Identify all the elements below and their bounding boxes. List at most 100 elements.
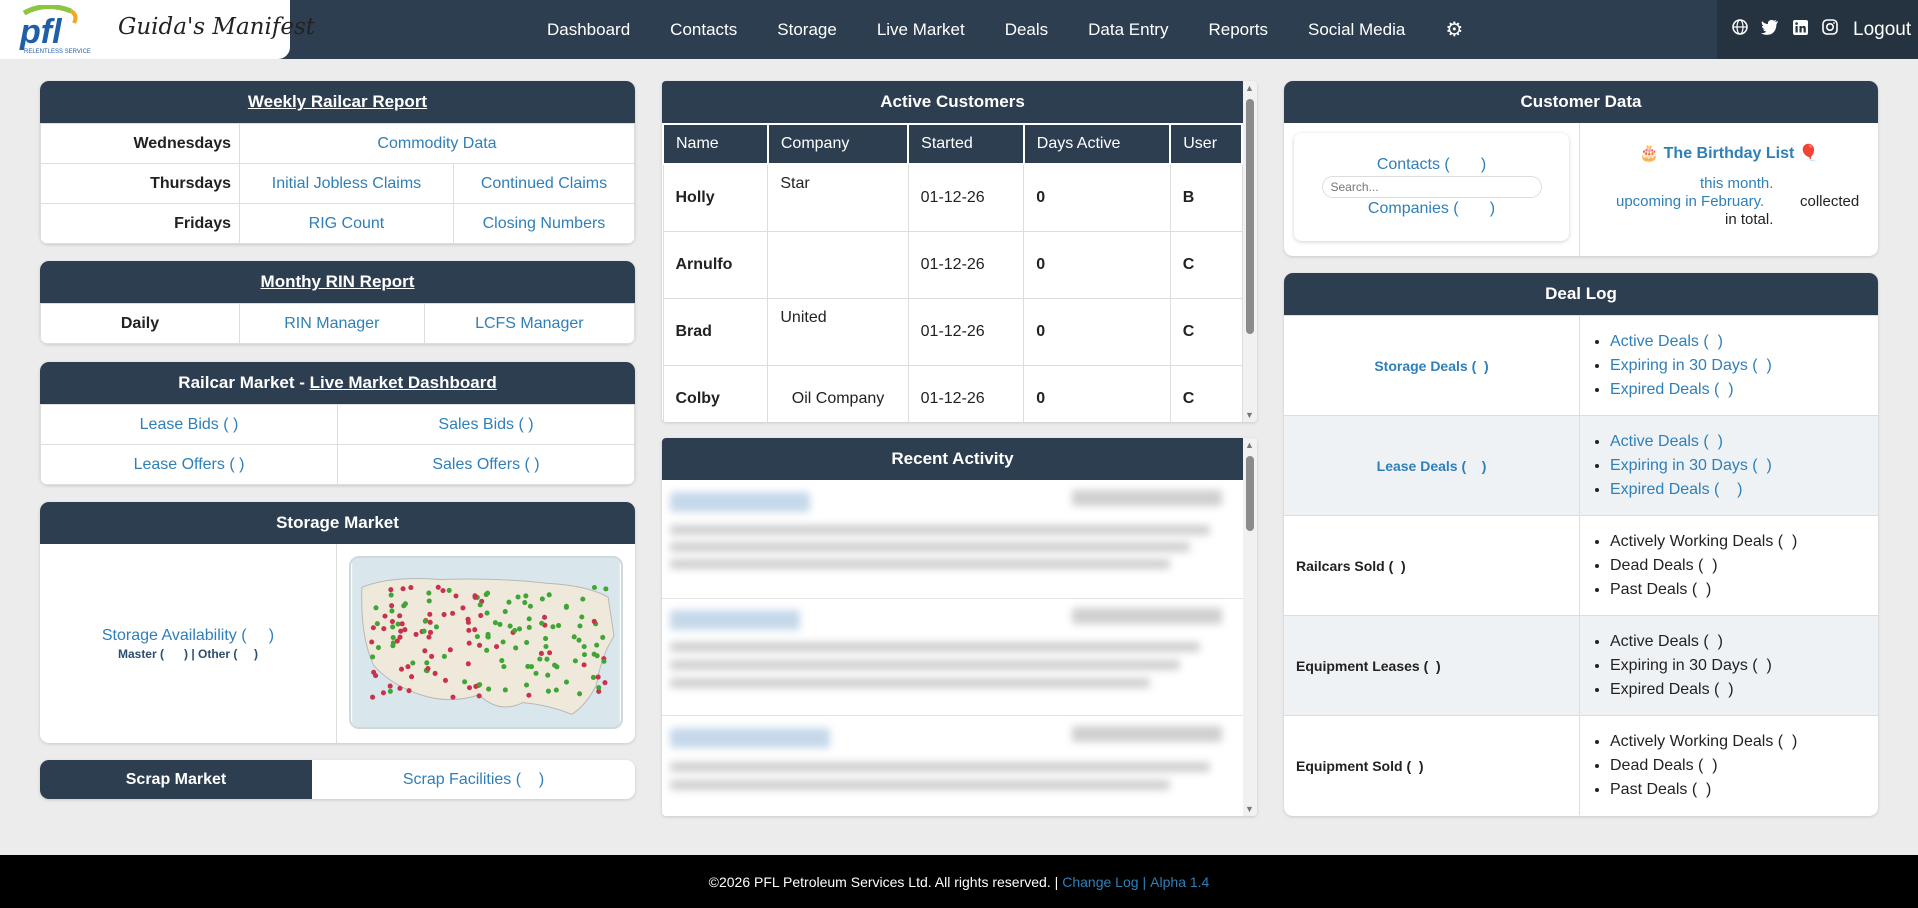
storage-active-deals-link[interactable]: Active Deals ( ) [1610, 333, 1723, 350]
map-pin [525, 663, 531, 669]
lease-offers-link[interactable]: Lease Offers ( ) [134, 456, 245, 473]
birthdays-this-month[interactable]: this month. [1700, 175, 1773, 192]
col-company[interactable]: Company [766, 123, 910, 165]
customers-scrollbar[interactable]: ▲ ▼ [1243, 81, 1257, 422]
table-row[interactable]: Arnulfo 01-12-26 0 C [662, 230, 1243, 299]
companies-link[interactable]: Companies ( ) [1368, 200, 1495, 218]
activity-list [662, 480, 1243, 816]
birthday-cake-icon: 🎂 [1639, 145, 1660, 162]
globe-icon[interactable] [1731, 19, 1749, 40]
scroll-thumb[interactable] [1246, 99, 1254, 334]
scroll-down-icon[interactable]: ▼ [1245, 804, 1254, 814]
top-header: pfl RELENTLESS SERVICE Guida's Manifest … [0, 0, 1918, 59]
nav-data-entry[interactable]: Data Entry [1088, 20, 1168, 40]
birthdays-upcoming[interactable]: upcoming in February. [1616, 193, 1764, 210]
col-days-active[interactable]: Days Active [1022, 123, 1172, 165]
nav-social-media[interactable]: Social Media [1308, 20, 1405, 40]
map-pin [389, 603, 395, 609]
continued-claims-link[interactable]: Continued Claims [481, 175, 607, 192]
map-pin [422, 648, 428, 654]
map-pin [465, 619, 471, 625]
commodity-data-link[interactable]: Commodity Data [377, 135, 496, 152]
active-customers-table: Name Company Started Days Active User Ho… [662, 123, 1243, 422]
table-row[interactable]: Holly Star 01-12-26 0 B [662, 163, 1243, 232]
lcfs-manager-link[interactable]: LCFS Manager [475, 315, 584, 332]
map-pin [500, 639, 506, 645]
map-pin [369, 639, 375, 645]
map-pin [400, 586, 406, 592]
map-pin [465, 661, 471, 667]
map-pin [408, 585, 414, 591]
table-row[interactable]: Brad United 01-12-26 0 C [662, 297, 1243, 366]
col-user[interactable]: User [1169, 123, 1243, 165]
lease-active-deals-link[interactable]: Active Deals ( ) [1610, 433, 1723, 450]
brand-area[interactable]: pfl RELENTLESS SERVICE Guida's Manifest [0, 0, 315, 59]
nav-live-market[interactable]: Live Market [877, 20, 965, 40]
map-pin [591, 651, 597, 657]
weekly-railcar-title[interactable]: Weekly Railcar Report [248, 92, 427, 112]
storage-expired-link[interactable]: Expired Deals ( ) [1610, 381, 1734, 398]
logout-button[interactable]: Logout [1853, 19, 1911, 41]
lease-expired-link[interactable]: Expired Deals ( ) [1610, 481, 1742, 498]
list-item: Active Deals ( ) [1610, 630, 1878, 654]
table-row[interactable]: Colby Oil Company 01-12-26 0 C [662, 364, 1243, 422]
map-pin [442, 677, 448, 683]
col-started[interactable]: Started [907, 123, 1025, 165]
version-link[interactable]: Alpha 1.4 [1150, 874, 1209, 890]
nav-reports[interactable]: Reports [1208, 20, 1268, 40]
linkedin-icon[interactable] [1791, 19, 1809, 40]
instagram-icon[interactable] [1821, 19, 1839, 40]
map-pin [460, 605, 466, 611]
map-pin [543, 643, 549, 650]
change-log-link[interactable]: Change Log [1062, 874, 1138, 890]
daily-label: Daily [40, 303, 240, 344]
active-customers-title: Active Customers [662, 81, 1243, 123]
storage-map-image[interactable] [349, 556, 623, 729]
svg-text:pfl: pfl [19, 13, 63, 51]
balloon-icon: 🎈 [1798, 145, 1819, 162]
sales-bids-link[interactable]: Sales Bids ( ) [438, 416, 533, 433]
customer-search-input[interactable] [1321, 176, 1542, 198]
closing-numbers-link[interactable]: Closing Numbers [483, 215, 606, 232]
nav-contacts[interactable]: Contacts [670, 20, 737, 40]
rin-manager-link[interactable]: RIN Manager [284, 315, 379, 332]
lease-deals-link[interactable]: Lease Deals ( ) [1377, 458, 1487, 474]
map-pin [382, 613, 388, 619]
deal-log-title: Deal Log [1284, 273, 1878, 315]
sales-offers-link[interactable]: Sales Offers ( ) [432, 456, 539, 473]
rin-report-title[interactable]: Monthy RIN Report [261, 272, 415, 292]
map-pin [545, 688, 551, 694]
gear-icon[interactable]: ⚙ [1445, 17, 1463, 42]
initial-jobless-claims-link[interactable]: Initial Jobless Claims [272, 175, 421, 192]
map-pin [506, 599, 512, 605]
map-pin [409, 674, 415, 680]
map-pin [390, 640, 396, 646]
storage-expiring-link[interactable]: Expiring in 30 Days ( ) [1610, 357, 1772, 374]
map-pin [485, 634, 491, 640]
active-customers-card: Active Customers Name Company Started Da… [662, 81, 1257, 422]
twitter-icon[interactable] [1761, 19, 1779, 40]
map-pin [486, 686, 492, 692]
scroll-up-icon[interactable]: ▲ [1245, 440, 1254, 450]
map-pin [466, 627, 472, 633]
birthday-list-link[interactable]: The Birthday List [1664, 145, 1795, 162]
map-pin [425, 665, 431, 672]
scroll-down-icon[interactable]: ▼ [1245, 410, 1254, 420]
lease-expiring-link[interactable]: Expiring in 30 Days ( ) [1610, 457, 1772, 474]
rig-count-link[interactable]: RIG Count [309, 215, 385, 232]
nav-dashboard[interactable]: Dashboard [547, 20, 630, 40]
storage-deals-link[interactable]: Storage Deals ( ) [1374, 358, 1488, 374]
lease-bids-link[interactable]: Lease Bids ( ) [140, 416, 239, 433]
activity-scrollbar[interactable]: ▲ ▼ [1243, 438, 1257, 816]
col-name[interactable]: Name [662, 123, 769, 165]
scroll-thumb[interactable] [1246, 456, 1254, 531]
map-pin [435, 584, 441, 590]
scroll-up-icon[interactable]: ▲ [1245, 83, 1254, 93]
live-market-dashboard-link[interactable]: Live Market Dashboard [310, 373, 497, 393]
contacts-link[interactable]: Contacts ( ) [1377, 156, 1486, 174]
nav-deals[interactable]: Deals [1005, 20, 1048, 40]
nav-storage[interactable]: Storage [777, 20, 837, 40]
scrap-facilities-link[interactable]: Scrap Facilities ( ) [403, 771, 544, 789]
birthdays-total: in total. [1725, 211, 1774, 228]
storage-availability-link[interactable]: Storage Availability ( ) [102, 627, 274, 645]
